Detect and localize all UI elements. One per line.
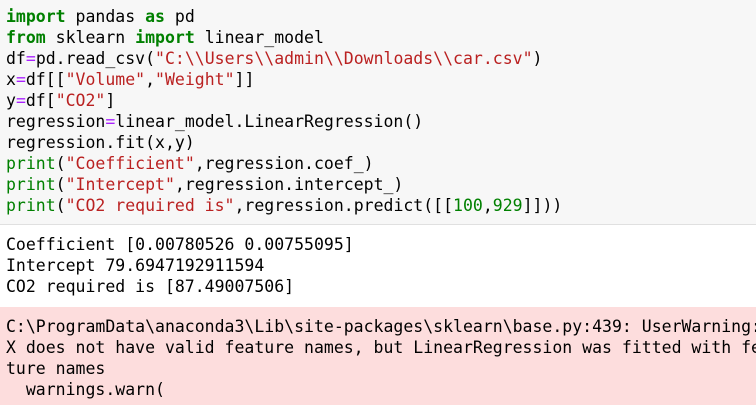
code-text: y [6,91,16,110]
code-text: , [145,70,156,89]
string-literal: "Weight" [155,70,235,89]
code-text: ) [532,49,543,68]
keyword-from: from [6,28,46,47]
code-text: ( [55,154,66,173]
code-line-5: y=df["CO2"] [6,90,756,111]
code-text: pd [164,7,195,26]
warning-line-message: X does not have valid feature names, but… [6,338,756,357]
warning-line-message-cont: ture names [6,359,106,378]
code-text: ,regression.intercept_) [174,175,404,194]
code-text: ( [55,196,66,215]
notebook-cell: import pandas as pd from sklearn import … [0,0,756,405]
output-line-coefficient: Coefficient [0.00780526 0.00755095] [6,235,354,254]
code-text: regression.fit(x,y) [6,133,195,152]
code-input-area[interactable]: import pandas as pd from sklearn import … [0,0,756,225]
output-line-prediction: CO2 required is [87.49007506] [6,277,295,296]
code-text: ]])) [522,196,563,215]
code-text: linear_model [194,28,324,47]
number-literal: 100 [453,196,483,215]
code-text: pandas [65,7,146,26]
code-line-8: print("Coefficient",regression.coef_) [6,153,756,174]
operator-assign: = [105,112,116,131]
keyword-import: import [135,28,195,47]
code-text: ]] [234,70,255,89]
code-line-7: regression.fit(x,y) [6,132,756,153]
code-text: df[ [25,91,56,110]
code-text: x [6,70,16,89]
output-line-intercept: Intercept 79.6947192911594 [6,256,265,275]
keyword-import: import [6,7,66,26]
code-text: ] [105,91,116,110]
keyword-as: as [145,7,165,26]
operator-assign: = [25,49,36,68]
builtin-print: print [6,196,56,215]
string-literal: "Volume" [65,70,146,89]
code-text: , [482,196,493,215]
code-text: ( [55,175,66,194]
string-literal: "Intercept" [65,175,175,194]
code-line-3: df=pd.read_csv("C:\\Users\\admin\\Downlo… [6,48,756,69]
builtin-print: print [6,175,56,194]
builtin-print: print [6,154,56,173]
string-literal: "CO2 required is" [65,196,235,215]
code-line-1: import pandas as pd [6,6,756,27]
warning-line-path: C:\ProgramData\anaconda3\Lib\site-packag… [6,317,756,336]
number-literal: 929 [492,196,523,215]
code-line-4: x=df[["Volume","Weight"]] [6,69,756,90]
code-text: ,regression.predict([[ [234,196,454,215]
operator-assign: = [15,91,26,110]
string-literal: "Coefficient" [65,154,195,173]
code-text: linear_model.LinearRegression() [115,112,424,131]
code-line-2: from sklearn import linear_model [6,27,756,48]
code-text: df[[ [25,70,66,89]
code-text: sklearn [45,28,136,47]
stdout-output-area: Coefficient [0.00780526 0.00755095] Inte… [0,225,756,307]
code-text: ,regression.coef_) [194,154,374,173]
code-text: df [6,49,26,68]
code-line-10: print("CO2 required is",regression.predi… [6,195,756,216]
string-literal: "CO2" [55,91,106,110]
code-text: pd.read_csv( [35,49,156,68]
code-text: regression [6,112,106,131]
warning-line-call: warnings.warn( [6,380,165,399]
code-line-6: regression=linear_model.LinearRegression… [6,111,756,132]
operator-assign: = [15,70,26,89]
stderr-warning-area: C:\ProgramData\anaconda3\Lib\site-packag… [0,307,756,405]
string-literal: "C:\\Users\\admin\\Downloads\\car.csv" [155,49,533,68]
code-line-9: print("Intercept",regression.intercept_) [6,174,756,195]
